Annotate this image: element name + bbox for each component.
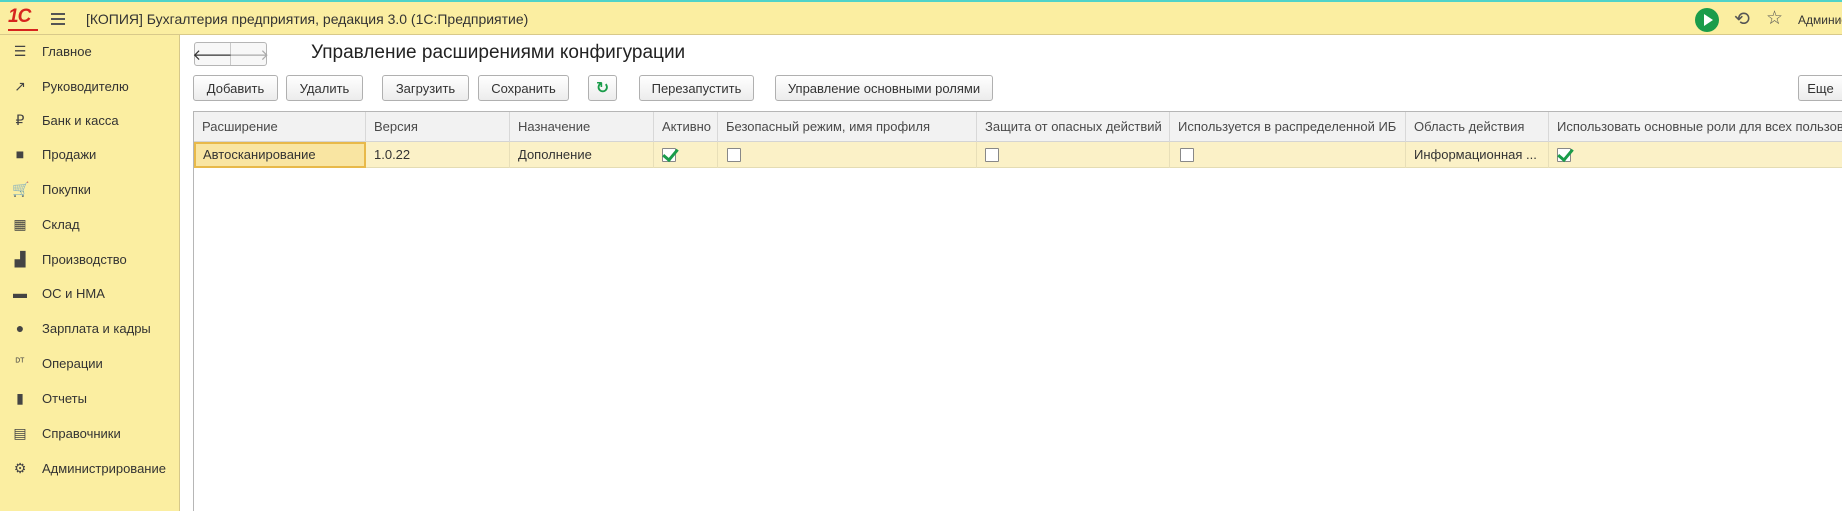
sidebar-item-label: Банк и касса [42, 112, 119, 128]
restart-button[interactable]: Перезапустить [639, 75, 754, 101]
save-button[interactable]: Сохранить [478, 75, 569, 101]
sidebar-item-label: Справочники [42, 425, 121, 441]
column-header-safe-mode[interactable]: Безопасный режим, имя профиля [718, 112, 977, 142]
protection-checkbox[interactable] [985, 148, 999, 162]
column-header-active[interactable]: Активно [654, 112, 718, 142]
sidebar-item-production[interactable]: ▟ Производство [0, 244, 180, 274]
load-button[interactable]: Загрузить [382, 75, 469, 101]
gear-icon: ⚙ [13, 460, 27, 476]
trend-icon: ↗ [14, 78, 26, 94]
sidebar: ☰ Главное ↗ Руководителю ₽ Банк и касса … [0, 35, 180, 511]
list-icon: ☰ [13, 43, 27, 59]
main-content: 🡐 🡒 Управление расширениями конфигурации… [181, 35, 1842, 511]
cart-icon: 🛒 [12, 181, 30, 197]
sidebar-item-bank[interactable]: ₽ Банк и касса [0, 105, 180, 135]
refresh-icon: ↻ [595, 80, 610, 97]
sidebar-item-purchases[interactable]: 🛒 Покупки [0, 174, 180, 204]
sidebar-item-label: ОС и НМА [42, 285, 105, 301]
app-logo[interactable]: 1С [8, 6, 31, 28]
sidebar-item-operations[interactable]: ᴰᵀ Операции [0, 348, 180, 378]
person-icon: ● [15, 320, 25, 336]
column-header-use-main-roles[interactable]: Использовать основные роли для всех поль… [1549, 112, 1842, 142]
sidebar-item-manager[interactable]: ↗ Руководителю [0, 71, 180, 101]
column-header-version[interactable]: Версия [366, 112, 510, 142]
column-header-protection[interactable]: Защита от опасных действий [977, 112, 1170, 142]
play-icon[interactable] [1695, 8, 1719, 32]
cell-purpose[interactable]: Дополнение [510, 142, 654, 168]
hamburger-menu-icon[interactable] [51, 13, 65, 25]
coin-icon: ₽ [15, 112, 25, 128]
sidebar-item-warehouse[interactable]: ▦ Склад [0, 209, 180, 239]
book-icon: ▤ [13, 425, 27, 441]
sidebar-item-fixed-assets[interactable]: ▬ ОС и НМА [0, 278, 180, 308]
sidebar-item-label: Покупки [42, 181, 91, 197]
active-checkbox[interactable] [662, 148, 676, 162]
cell-version[interactable]: 1.0.22 [366, 142, 510, 168]
sidebar-item-label: Руководителю [42, 78, 129, 94]
safe-mode-checkbox[interactable] [727, 148, 741, 162]
column-header-scope[interactable]: Область действия [1406, 112, 1549, 142]
sidebar-item-salary[interactable]: ● Зарплата и кадры [0, 313, 180, 343]
sidebar-item-reports[interactable]: ▮ Отчеты [0, 383, 180, 413]
distributed-checkbox[interactable] [1180, 148, 1194, 162]
cell-safe-mode[interactable] [718, 142, 977, 168]
factory-icon: ▟ [14, 251, 26, 267]
user-name[interactable]: Админис [1798, 13, 1842, 27]
sidebar-item-main[interactable]: ☰ Главное [0, 36, 180, 66]
cell-scope[interactable]: Информационная ... [1406, 142, 1549, 168]
sidebar-item-label: Склад [42, 216, 80, 232]
back-arrow-icon[interactable]: 🡐 [192, 43, 233, 65]
delete-button[interactable]: Удалить [286, 75, 363, 101]
use-main-roles-checkbox[interactable] [1557, 148, 1571, 162]
bag-icon: ■ [15, 146, 25, 162]
refresh-button[interactable]: ↻ [588, 75, 617, 101]
sidebar-item-label: Продажи [42, 146, 97, 162]
table-header: Расширение Версия Назначение Активно Без… [194, 112, 1842, 142]
warehouse-icon: ▦ [13, 216, 27, 232]
sidebar-item-administration[interactable]: ⚙ Администрирование [0, 453, 180, 483]
app-logo-underline [8, 29, 38, 31]
table-row[interactable]: Автосканирование 1.0.22 Дополнение Инфор… [194, 142, 1842, 168]
sidebar-item-sales[interactable]: ■ Продажи [0, 139, 180, 169]
bar-chart-icon: ▮ [16, 390, 24, 406]
history-navigation: 🡐 🡒 [192, 42, 269, 66]
add-button[interactable]: Добавить [193, 75, 278, 101]
sidebar-item-label: Отчеты [42, 390, 87, 406]
cell-use-main-roles[interactable] [1549, 142, 1842, 168]
sidebar-item-label: Производство [42, 251, 127, 267]
sidebar-item-label: Зарплата и кадры [42, 320, 151, 336]
cell-protection[interactable] [977, 142, 1170, 168]
sidebar-item-catalogs[interactable]: ▤ Справочники [0, 418, 180, 448]
column-header-purpose[interactable]: Назначение [510, 112, 654, 142]
cell-active[interactable] [654, 142, 718, 168]
favorites-star-icon[interactable]: ☆ [1766, 7, 1783, 30]
sidebar-item-label: Главное [42, 43, 92, 59]
column-header-distributed[interactable]: Используется в распределенной ИБ [1170, 112, 1406, 142]
forward-arrow-icon[interactable]: 🡒 [229, 43, 269, 65]
history-icon[interactable]: ⟲ [1734, 8, 1750, 31]
manage-roles-button[interactable]: Управление основными ролями [775, 75, 993, 101]
page-title: Управление расширениями конфигурации [311, 42, 686, 63]
sidebar-item-label: Администрирование [42, 460, 166, 476]
column-header-extension[interactable]: Расширение [194, 112, 366, 142]
truck-icon: ▬ [13, 285, 27, 301]
cell-extension-name[interactable]: Автосканирование [194, 142, 366, 168]
app-title: [КОПИЯ] Бухгалтерия предприятия, редакци… [86, 11, 529, 27]
more-button[interactable]: Еще [1798, 75, 1842, 101]
title-bar: 1С [КОПИЯ] Бухгалтерия предприятия, реда… [0, 0, 1842, 35]
extensions-table: Расширение Версия Назначение Активно Без… [193, 111, 1842, 511]
cell-distributed[interactable] [1170, 142, 1406, 168]
dt-kt-icon: ᴰᵀ [15, 357, 25, 368]
sidebar-item-label: Операции [42, 355, 103, 371]
